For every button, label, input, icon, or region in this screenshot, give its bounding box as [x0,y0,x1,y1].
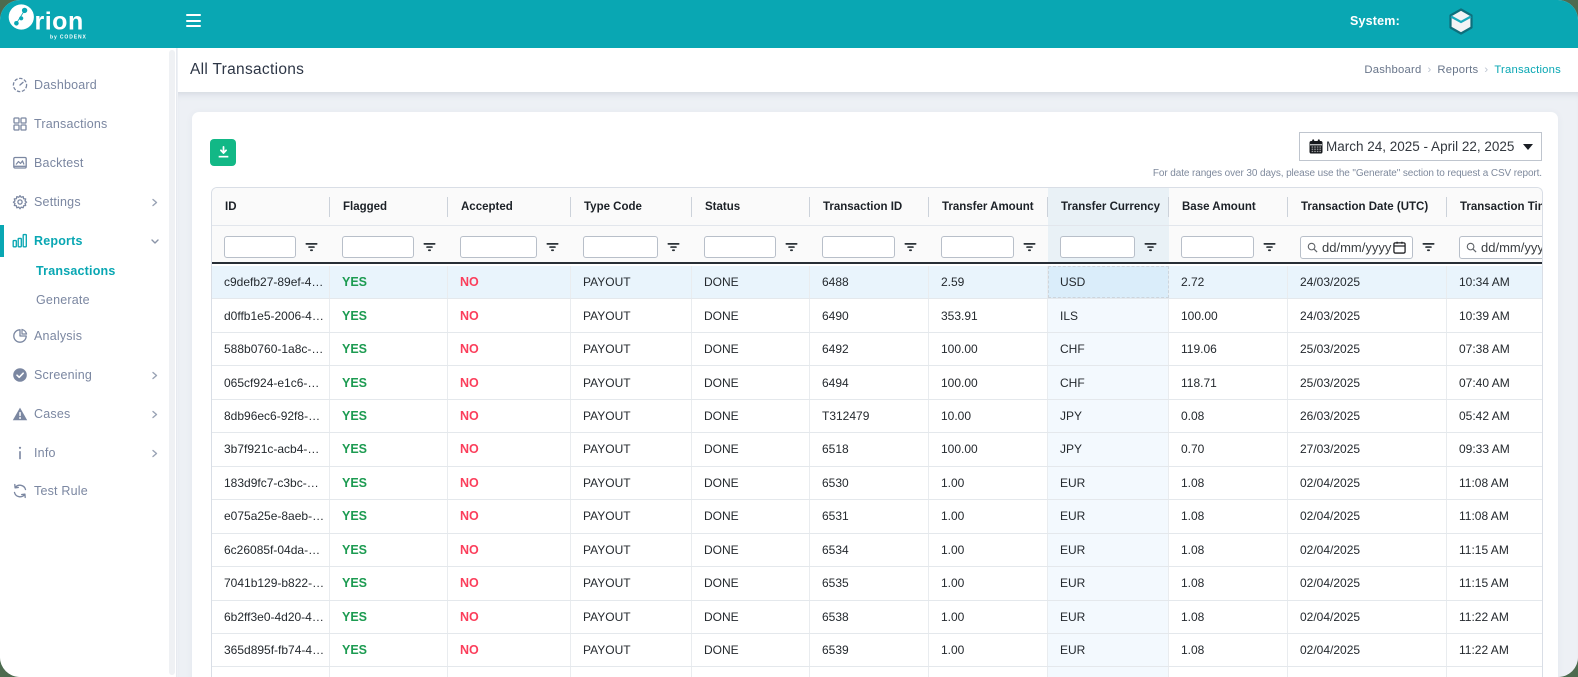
svg-text:rion: rion [35,8,84,36]
svg-text:by CODENX: by CODENX [50,35,87,41]
